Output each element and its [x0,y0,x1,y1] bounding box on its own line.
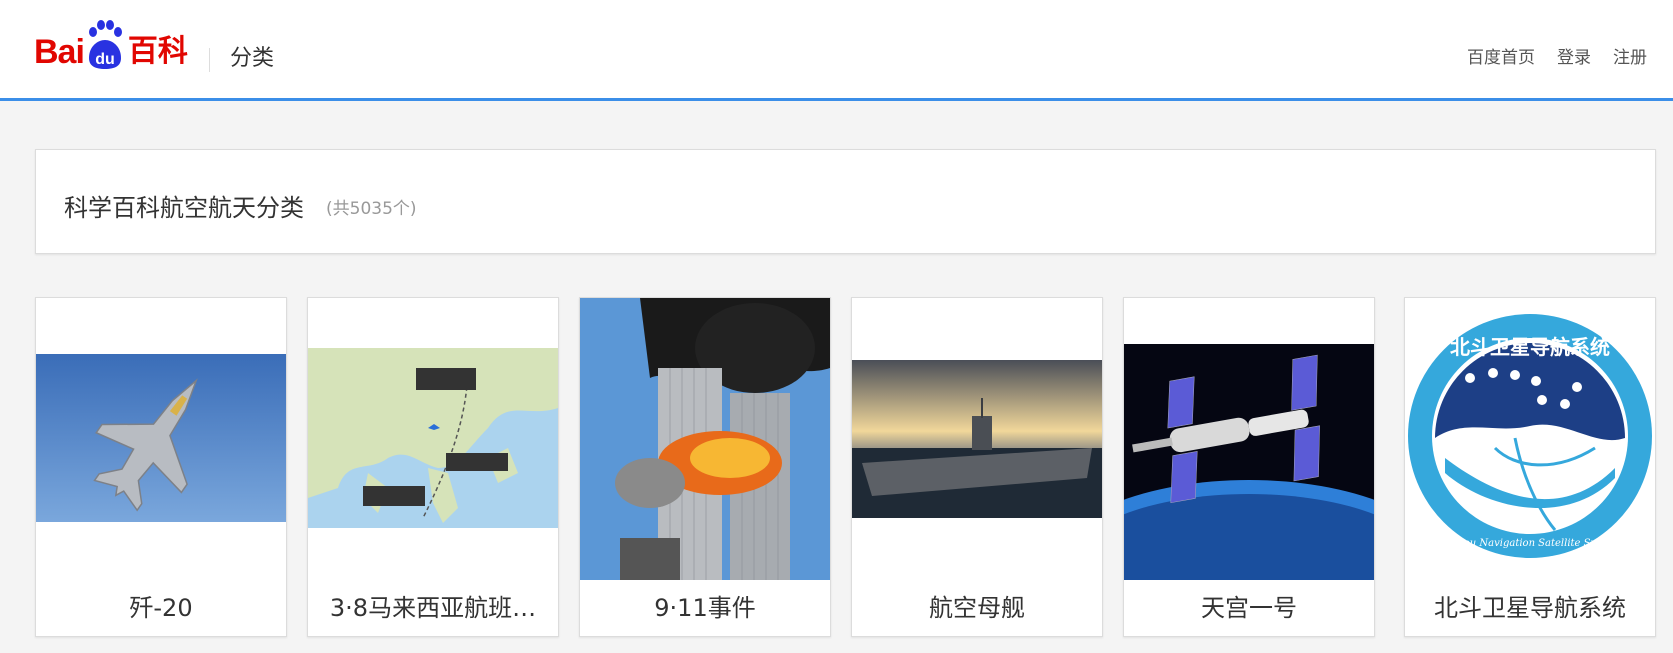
card-caption[interactable]: 3·8马来西亚航班… [308,588,558,623]
logo-divider [209,48,210,72]
card-tiangong-1[interactable]: 天宫一号 [1123,297,1375,637]
card-caption[interactable]: 天宫一号 [1124,588,1374,623]
card-caption[interactable]: 北斗卫星导航系统 [1405,588,1655,623]
card-911[interactable]: 9·11事件 [579,297,831,637]
space-station-image[interactable] [1124,298,1374,580]
baidu-baike-logo[interactable]: Bai du 百科 [34,20,188,72]
paw-logo-icon: du [84,20,126,72]
card-j20[interactable]: 歼-20 [35,297,287,637]
card-aircraft-carrier[interactable]: 航空母舰 [851,297,1103,637]
logo-text-baike: 百科 [127,34,188,69]
beidou-logo-en-text: BeiDou Navigation Satellite System [1438,538,1620,549]
card-caption[interactable]: 9·11事件 [580,588,830,623]
logo-text-bai: Bai [34,33,85,71]
top-bar: Bai du 百科 分类 百度首页 登录 注册 [0,0,1673,101]
section-title: 分类 [230,46,275,71]
category-header: 科学百科航空航天分类 (共5035个) [35,149,1656,254]
category-title: 科学百科航空航天分类 [64,194,304,222]
nav-link-register[interactable]: 注册 [1613,46,1647,70]
logo-text-du: du [95,51,115,68]
nav-link-login[interactable]: 登录 [1557,46,1591,70]
beidou-logo-cn-text: 北斗卫星导航系统 [1450,335,1610,359]
card-beidou[interactable]: 北斗卫星导航系统 BeiDou Navigation Satellite Sys… [1404,297,1656,637]
fighter-jet-image[interactable] [36,298,286,580]
category-count: (共5035个) [326,199,417,219]
twin-towers-attack-image[interactable] [580,298,830,580]
beidou-logo-image[interactable]: 北斗卫星导航系统 BeiDou Navigation Satellite Sys… [1405,298,1655,580]
flight-route-map-image[interactable] [308,298,558,580]
aircraft-carrier-image[interactable] [852,298,1102,580]
card-mh370[interactable]: 3·8马来西亚航班… [307,297,559,637]
nav-link-baidu-home[interactable]: 百度首页 [1467,46,1535,70]
top-nav: 百度首页 登录 注册 [1467,46,1647,70]
card-caption[interactable]: 歼-20 [36,588,286,623]
card-caption[interactable]: 航空母舰 [852,588,1102,623]
